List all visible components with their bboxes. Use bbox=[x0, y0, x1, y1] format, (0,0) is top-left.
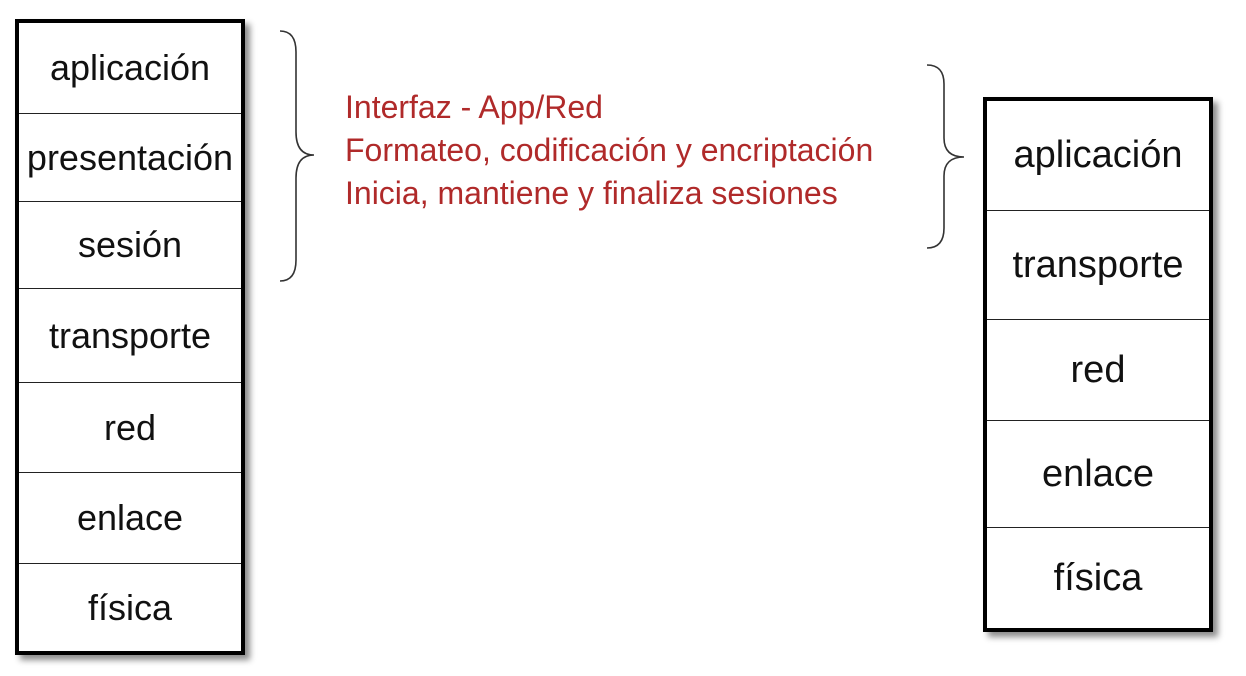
layer-descriptions: Interfaz - App/Red Formateo, codificació… bbox=[345, 86, 873, 215]
tcpip-layer-fisica: física bbox=[1053, 556, 1143, 599]
left-curly-brace-icon bbox=[279, 30, 315, 282]
description-presentacion: Formateo, codificación y encriptación bbox=[345, 132, 874, 168]
osi-layer-transporte: transporte bbox=[19, 289, 241, 383]
osi-layer-aplicacion: aplicación bbox=[19, 23, 241, 114]
osi-layer-fisica: física bbox=[87, 586, 173, 628]
tcpip-layer-red: red bbox=[987, 320, 1209, 421]
right-curly-brace-icon bbox=[926, 64, 965, 249]
tcpip-layer-aplicacion: aplicación bbox=[987, 101, 1209, 211]
description-sesion: Inicia, mantiene y finaliza sesiones bbox=[345, 175, 838, 211]
tcpip-layer-transporte: transporte bbox=[987, 211, 1209, 320]
osi-stack: aplicación presentación sesión transport… bbox=[15, 19, 245, 655]
tcpip-layer-enlace: enlace bbox=[987, 421, 1209, 528]
osi-layer-presentacion: presentación bbox=[19, 114, 241, 202]
osi-layer-sesion: sesión bbox=[19, 202, 241, 289]
osi-layer-red: red bbox=[19, 383, 241, 473]
tcpip-stack: aplicación transporte red enlace física bbox=[983, 97, 1213, 632]
description-aplicacion: Interfaz - App/Red bbox=[345, 89, 603, 125]
osi-layer-enlace: enlace bbox=[19, 473, 241, 564]
